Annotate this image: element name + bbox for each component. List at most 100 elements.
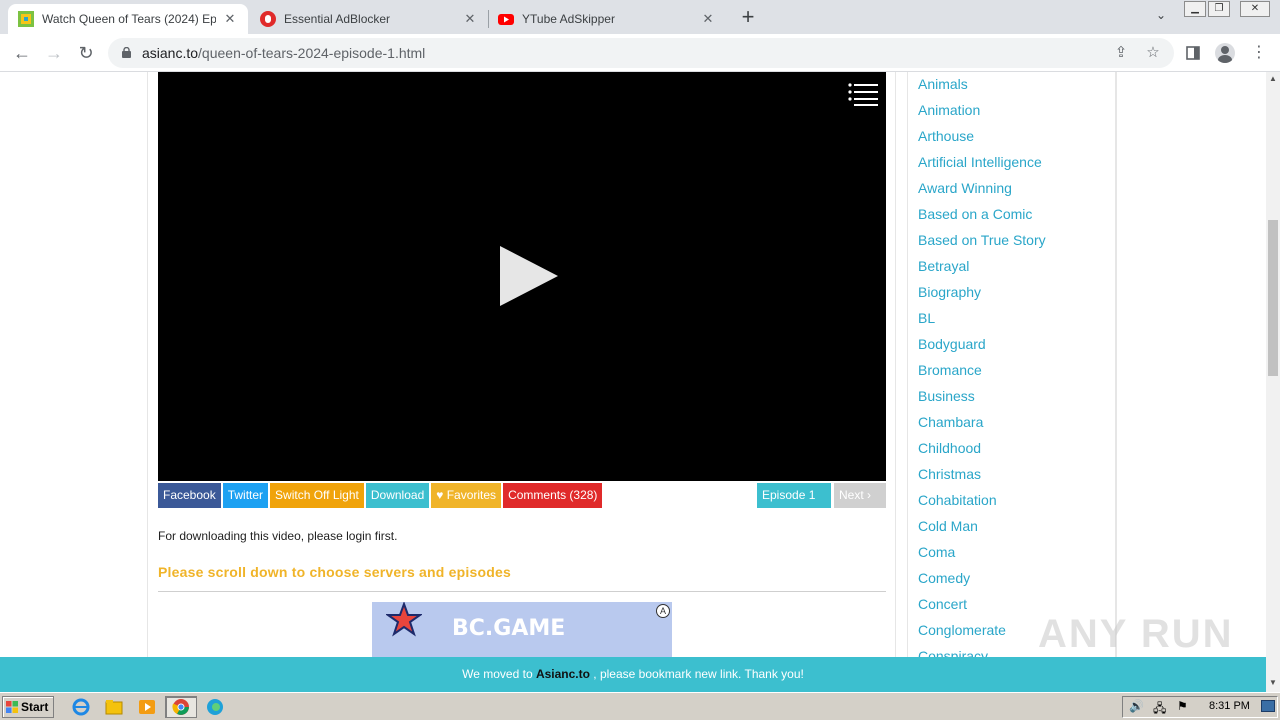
genre-link[interactable]: BL: [918, 310, 935, 326]
genre-link[interactable]: Animation: [918, 102, 980, 118]
genre-link[interactable]: Award Winning: [918, 180, 1012, 196]
genre-link[interactable]: Concert: [918, 596, 967, 612]
genre-link[interactable]: Christmas: [918, 466, 981, 482]
scroll-down-icon[interactable]: ▼: [1266, 676, 1280, 690]
start-label: Start: [21, 700, 49, 714]
youtube-icon: [498, 14, 514, 25]
genre-link[interactable]: Bodyguard: [918, 336, 986, 352]
scroll-note: Please scroll down to choose servers and…: [158, 564, 511, 580]
minimize-button[interactable]: ▁: [1184, 1, 1206, 17]
file-explorer-icon[interactable]: [103, 697, 125, 717]
site-favicon-icon: [18, 11, 34, 27]
tab-title: Essential AdBlocker: [284, 12, 391, 26]
genre-link[interactable]: Coma: [918, 544, 955, 560]
back-arrow-icon[interactable]: ←: [10, 41, 34, 65]
tab-title: YTube AdSkipper: [522, 12, 615, 26]
playlist-icon[interactable]: [848, 82, 878, 106]
tab-close-icon[interactable]: ✕: [222, 11, 238, 27]
genre-link[interactable]: Based on True Story: [918, 232, 1046, 248]
switch-off-light-button[interactable]: Switch Off Light: [270, 483, 364, 508]
genre-link[interactable]: Cohabitation: [918, 492, 997, 508]
adblocker-icon: [260, 11, 276, 27]
anyrun-watermark: ANY RUN: [1038, 612, 1234, 656]
star-icon: [386, 602, 422, 637]
start-button[interactable]: Start: [2, 696, 54, 718]
action-center-flag-icon[interactable]: ⚑: [1177, 699, 1188, 713]
tab-title: Watch Queen of Tears (2024) Episode 1: [42, 12, 216, 26]
player-actions: Facebook Twitter Switch Off Light Downlo…: [158, 483, 603, 508]
banner-prefix: We moved to: [462, 667, 536, 681]
restore-button[interactable]: ❐: [1208, 1, 1230, 17]
close-window-button[interactable]: ✕: [1240, 1, 1270, 17]
login-note: For downloading this video, please login…: [158, 529, 398, 543]
tab-close-icon[interactable]: ✕: [462, 11, 478, 27]
ad-text: BC.GAME: [452, 616, 566, 641]
share-icon[interactable]: ⇪: [1112, 44, 1130, 62]
play-icon[interactable]: [500, 246, 558, 306]
genre-link[interactable]: Cold Man: [918, 518, 978, 534]
url-path: /queen-of-tears-2024-episode-1.html: [198, 45, 426, 61]
favorites-button[interactable]: ♥ Favorites: [431, 483, 502, 508]
show-desktop-icon[interactable]: [1261, 700, 1275, 712]
genre-link[interactable]: Animals: [918, 76, 968, 92]
windows-logo-icon: [6, 701, 18, 713]
tab-bar: Watch Queen of Tears (2024) Episode 1 ✕ …: [0, 0, 1280, 34]
genre-link[interactable]: Comedy: [918, 570, 970, 586]
facebook-share-button[interactable]: Facebook: [158, 483, 221, 508]
genre-link[interactable]: Bromance: [918, 362, 982, 378]
profile-avatar-icon[interactable]: [1214, 42, 1236, 64]
url-host: asianc.to: [142, 45, 199, 61]
page-viewport: Facebook Twitter Switch Off Light Downlo…: [0, 72, 1266, 692]
tab-search-chevron-icon[interactable]: ⌄: [1152, 8, 1170, 26]
clock: 8:31 PM: [1209, 700, 1250, 712]
reload-icon[interactable]: ↻: [74, 41, 98, 65]
genre-link[interactable]: Arthouse: [918, 128, 974, 144]
forward-arrow-icon[interactable]: →: [42, 41, 66, 65]
scroll-up-icon[interactable]: ▲: [1266, 72, 1280, 86]
browser-toolbar: ← → ↻ asianc.to/queen-of-tears-2024-epis…: [0, 34, 1280, 72]
download-button[interactable]: Download: [365, 483, 430, 508]
genre-link[interactable]: Based on a Comic: [918, 206, 1032, 222]
comments-button[interactable]: Comments (328): [503, 483, 603, 508]
url-text: asianc.to/queen-of-tears-2024-episode-1.…: [142, 45, 425, 61]
address-bar[interactable]: asianc.to/queen-of-tears-2024-episode-1.…: [108, 38, 1174, 68]
tab-ytube-adskipper[interactable]: YTube AdSkipper ✕: [488, 4, 726, 34]
twitter-share-button[interactable]: Twitter: [222, 483, 269, 508]
lock-icon: [122, 47, 131, 58]
page-scrollbar[interactable]: ▲ ▼: [1266, 72, 1280, 692]
chrome-icon: [172, 699, 189, 715]
genre-link[interactable]: Business: [918, 388, 975, 404]
kebab-menu-icon[interactable]: ⋮: [1248, 42, 1270, 64]
genre-link[interactable]: Biography: [918, 284, 981, 300]
genre-link[interactable]: Conglomerate: [918, 622, 1006, 638]
side-panel-icon[interactable]: [1182, 42, 1204, 64]
internet-explorer-icon[interactable]: [70, 697, 92, 717]
genre-link[interactable]: Childhood: [918, 440, 981, 456]
system-tray: 🔊 🖧 ⚑ 8:31 PM: [1122, 696, 1278, 718]
next-episode-button[interactable]: Next ›: [834, 483, 886, 508]
network-icon[interactable]: 🖧: [1153, 699, 1166, 720]
tab-queen-of-tears[interactable]: Watch Queen of Tears (2024) Episode 1 ✕: [8, 4, 248, 34]
bookmark-star-icon[interactable]: ☆: [1144, 44, 1162, 62]
column-divider: [895, 72, 896, 692]
scrollbar-thumb[interactable]: [1268, 220, 1278, 376]
new-tab-button[interactable]: +: [736, 6, 760, 30]
ad-choices-icon[interactable]: A: [656, 604, 670, 618]
windows-taskbar: Start 🔊 🖧 ⚑ 8:31 PM: [0, 692, 1280, 720]
tab-essential-adblocker[interactable]: Essential AdBlocker ✕: [250, 4, 488, 34]
episode-button[interactable]: Episode 1: [757, 483, 831, 508]
banner-site-link[interactable]: Asianc.to: [536, 667, 590, 681]
volume-icon[interactable]: 🔊: [1129, 699, 1144, 713]
tab-close-icon[interactable]: ✕: [700, 11, 716, 27]
edge-icon[interactable]: [204, 697, 226, 717]
genre-link[interactable]: Chambara: [918, 414, 983, 430]
banner-suffix: , please bookmark new link. Thank you!: [589, 667, 804, 681]
video-player[interactable]: [158, 72, 886, 481]
moved-notice-banner: We moved to Asianc.to , please bookmark …: [0, 657, 1266, 692]
divider: [158, 591, 886, 592]
advertisement-banner[interactable]: BC.GAME A: [372, 602, 672, 662]
genre-link[interactable]: Artificial Intelligence: [918, 154, 1042, 170]
chrome-taskbar-button[interactable]: [165, 696, 197, 718]
genre-link[interactable]: Betrayal: [918, 258, 969, 274]
media-player-icon[interactable]: [136, 697, 158, 717]
